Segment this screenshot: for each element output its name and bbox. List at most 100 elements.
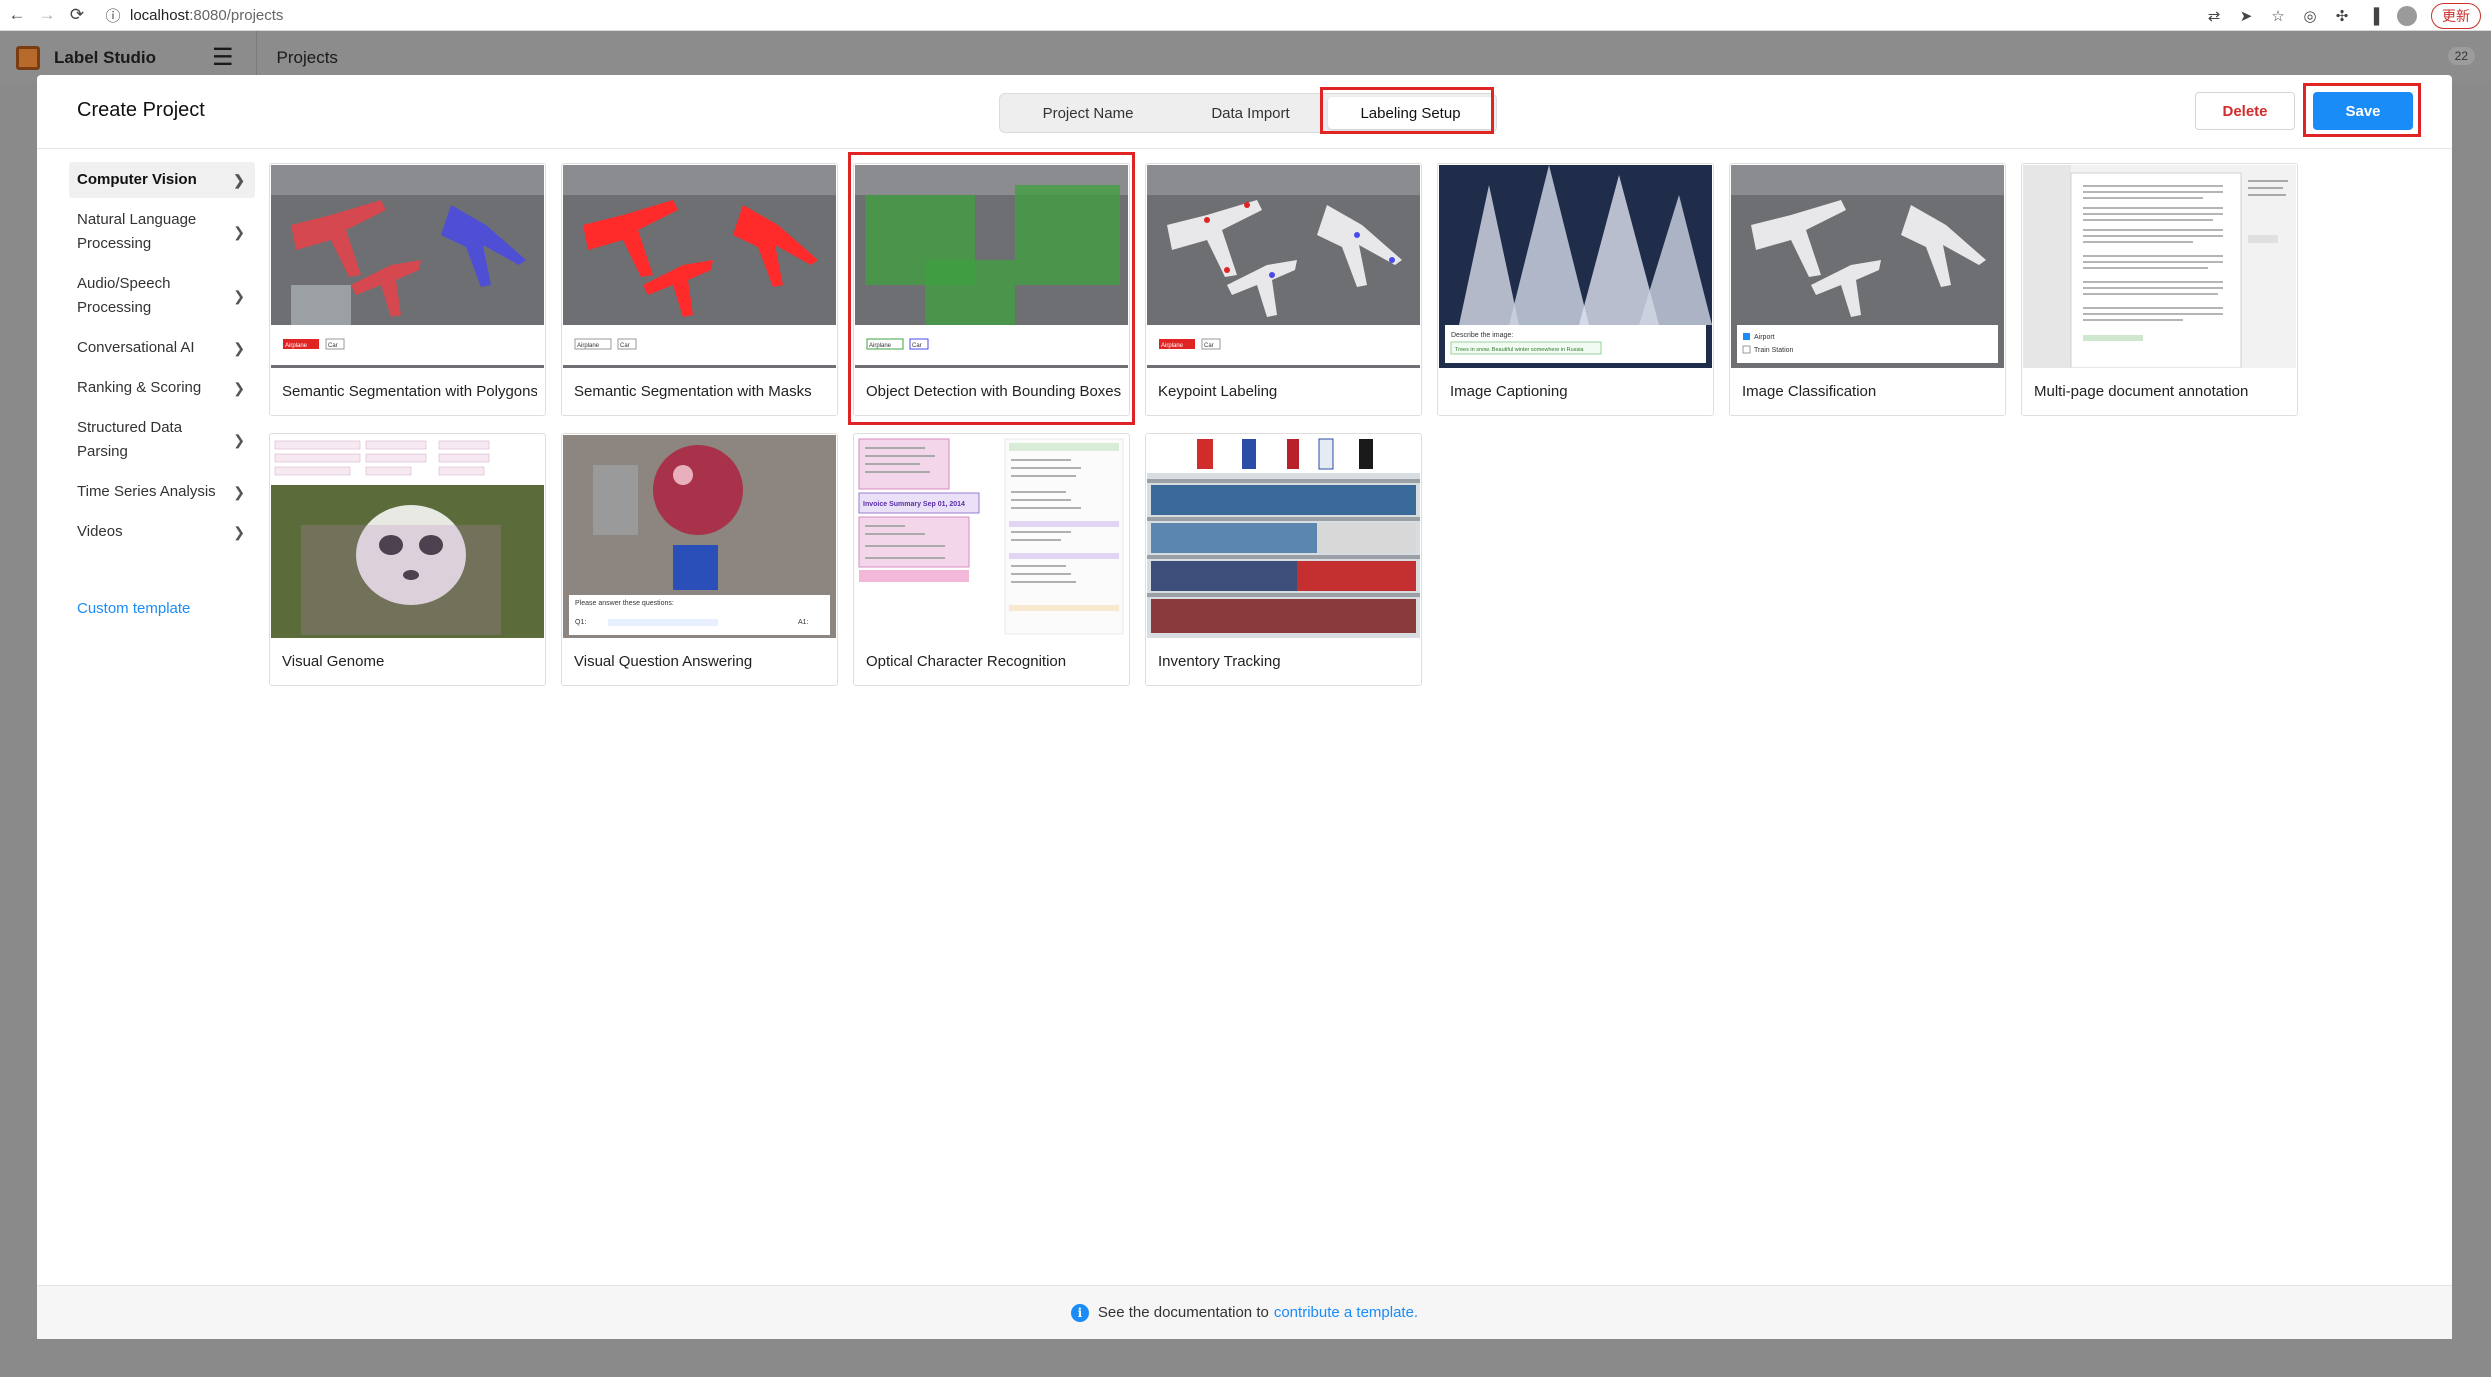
template-card[interactable]: Inventory Tracking [1145, 433, 1422, 686]
template-title: Semantic Segmentation with Polygons [282, 383, 537, 400]
back-icon[interactable]: ← [4, 2, 30, 28]
chevron-right-icon: ❯ [233, 432, 245, 448]
sidebar-item-videos[interactable]: Videos ❯ [69, 514, 255, 550]
sidebar-item-nlp[interactable]: Natural Language Processing ❯ [69, 202, 255, 262]
sidebar-item-structured-data[interactable]: Structured Data Parsing ❯ [69, 410, 255, 470]
sidebar-item-computer-vision[interactable]: Computer Vision ❯ [69, 162, 255, 198]
sidebar-item-label: Ranking & Scoring [77, 379, 202, 396]
chevron-right-icon: ❯ [233, 172, 245, 188]
sidebar-item-time-series[interactable]: Time Series Analysis ❯ [69, 474, 255, 510]
thumb-label: Q1: [575, 619, 586, 626]
thumb-label: A1: [798, 619, 809, 626]
sidebar-item-ranking-scoring[interactable]: Ranking & Scoring ❯ [69, 370, 255, 406]
thumbnail-image-captioning: Describe the image: Trees in snow. Beaut… [1439, 165, 1712, 368]
extension-icon[interactable]: ◎ [2301, 7, 2319, 25]
template-card[interactable]: Airplane Car Semantic Segmentation with … [561, 163, 838, 416]
template-title: Semantic Segmentation with Masks [574, 383, 812, 400]
template-title: Visual Question Answering [574, 653, 753, 670]
thumbnail-polygons: Airplane Car [271, 165, 544, 368]
thumbnail-image-classification: Airport Train Station [1731, 165, 2004, 368]
info-icon[interactable]: ⓘ [104, 6, 122, 25]
thumb-label: Car [328, 343, 338, 349]
chevron-right-icon: ❯ [233, 224, 245, 240]
thumb-label: Airplane [577, 343, 600, 349]
sidebar-item-label: Computer Vision [77, 171, 197, 188]
puzzle-icon[interactable]: ✣ [2333, 7, 2351, 25]
thumb-label: Airport [1754, 334, 1775, 341]
thumbnail-visual-question-answering: Please answer these questions: Q1: A1: [563, 435, 836, 638]
template-title: Image Captioning [1450, 383, 1568, 400]
translate-icon[interactable]: ⇄ [2205, 7, 2223, 25]
chevron-right-icon: ❯ [233, 524, 245, 540]
chevron-right-icon: ❯ [233, 380, 245, 396]
update-button[interactable]: 更新 [2431, 3, 2481, 29]
thumbnail-ocr: Invoice Summary Sep 01, 2014 [855, 435, 1128, 638]
hamburger-menu-icon[interactable]: ☰ [212, 43, 234, 72]
highlight-box-selected-card [848, 152, 1135, 425]
chevron-right-icon: ❯ [233, 288, 245, 304]
highlight-box-save [2303, 83, 2421, 137]
template-title: Visual Genome [282, 653, 385, 670]
thumb-label: Airplane [285, 343, 308, 349]
url-path: :8080/projects [189, 6, 284, 24]
template-card[interactable]: Invoice Summary Sep 01, 2014 Optical Cha… [853, 433, 1130, 686]
delete-button[interactable]: Delete [2195, 92, 2295, 130]
user-badge[interactable]: 22 [2447, 47, 2475, 65]
sidebar-item-audio-speech[interactable]: Audio/Speech Processing ❯ [69, 266, 255, 326]
template-title: Multi-page document annotation [2034, 383, 2249, 400]
label-studio-logo-icon [16, 45, 40, 70]
custom-template-link[interactable]: Custom template [69, 600, 255, 617]
sidebar-item-label: Videos [77, 523, 123, 540]
sidebar-item-label: Conversational AI [77, 339, 195, 356]
sidebar-item-conversational-ai[interactable]: Conversational AI ❯ [69, 330, 255, 366]
template-title: Keypoint Labeling [1158, 383, 1278, 400]
template-card[interactable]: Airplane Car Semantic Segmentation with … [269, 163, 546, 416]
template-card[interactable]: Visual Genome [269, 433, 546, 686]
sidebar-toggle-icon[interactable]: ▐ [2365, 7, 2383, 25]
breadcrumb[interactable]: Projects [277, 48, 338, 68]
thumb-label: Invoice Summary Sep 01, 2014 [863, 501, 965, 508]
thumbnail-multipage-document [2023, 165, 2296, 368]
highlight-box-tab [1320, 87, 1494, 134]
profile-avatar[interactable] [2397, 6, 2417, 26]
chevron-right-icon: ❯ [233, 340, 245, 356]
app-name: Label Studio [54, 47, 156, 67]
sidebar-item-label: Time Series Analysis [77, 483, 216, 500]
chevron-right-icon: ❯ [233, 484, 245, 500]
modal-footer: i See the documentation to contribute a … [37, 1285, 2452, 1339]
tab-project-name[interactable]: Project Name [1003, 97, 1173, 129]
footer-text: See the documentation to [1097, 1304, 1269, 1321]
template-title: Inventory Tracking [1158, 653, 1281, 670]
template-card[interactable]: Airplane Car Keypoint Labeling [1145, 163, 1422, 416]
template-card[interactable]: Please answer these questions: Q1: A1: V… [561, 433, 838, 686]
thumbnail-inventory-tracking [1147, 435, 1420, 638]
modal-header: Create Project Project Name Data Import … [37, 75, 2452, 149]
contribute-template-link[interactable]: contribute a template. [1274, 1304, 1418, 1321]
send-icon[interactable]: ➤ [2237, 7, 2255, 25]
tab-data-import[interactable]: Data Import [1173, 97, 1328, 129]
thumb-label: Airplane [1161, 343, 1184, 349]
thumb-label: Car [620, 343, 630, 349]
sidebar-item-label: Natural Language Processing [77, 211, 197, 252]
template-card[interactable]: Multi-page document annotation [2021, 163, 2298, 416]
reload-icon[interactable]: ⟳ [64, 2, 90, 28]
template-card[interactable]: Airport Train Station Image Classificati… [1729, 163, 2006, 416]
template-category-sidebar: Computer Vision ❯ Natural Language Proce… [69, 162, 255, 617]
thumb-label: Describe the image: [1451, 332, 1513, 339]
address-bar[interactable]: ⓘ localhost:8080/projects [104, 6, 284, 25]
info-icon: i [1070, 1303, 1089, 1322]
template-card[interactable]: Describe the image: Trees in snow. Beaut… [1437, 163, 1714, 416]
thumb-label: Car [1204, 343, 1214, 349]
browser-toolbar: ← → ⟳ ⓘ localhost:8080/projects ⇄ ➤ ☆ ◎ … [0, 0, 2491, 31]
star-icon[interactable]: ☆ [2269, 7, 2287, 25]
thumbnail-visual-genome [271, 435, 544, 638]
forward-icon[interactable]: → [34, 2, 60, 28]
thumbnail-keypoints: Airplane Car [1147, 165, 1420, 368]
create-project-modal: Create Project Project Name Data Import … [37, 75, 2452, 1339]
page-title: Create Project [77, 99, 205, 121]
sidebar-item-label: Audio/Speech Processing [77, 275, 171, 316]
template-title: Optical Character Recognition [866, 653, 1067, 670]
thumb-label: Trees in snow. Beautiful winter somewher… [1455, 347, 1584, 353]
url-host: localhost [130, 6, 190, 24]
template-title: Image Classification [1742, 383, 1877, 400]
